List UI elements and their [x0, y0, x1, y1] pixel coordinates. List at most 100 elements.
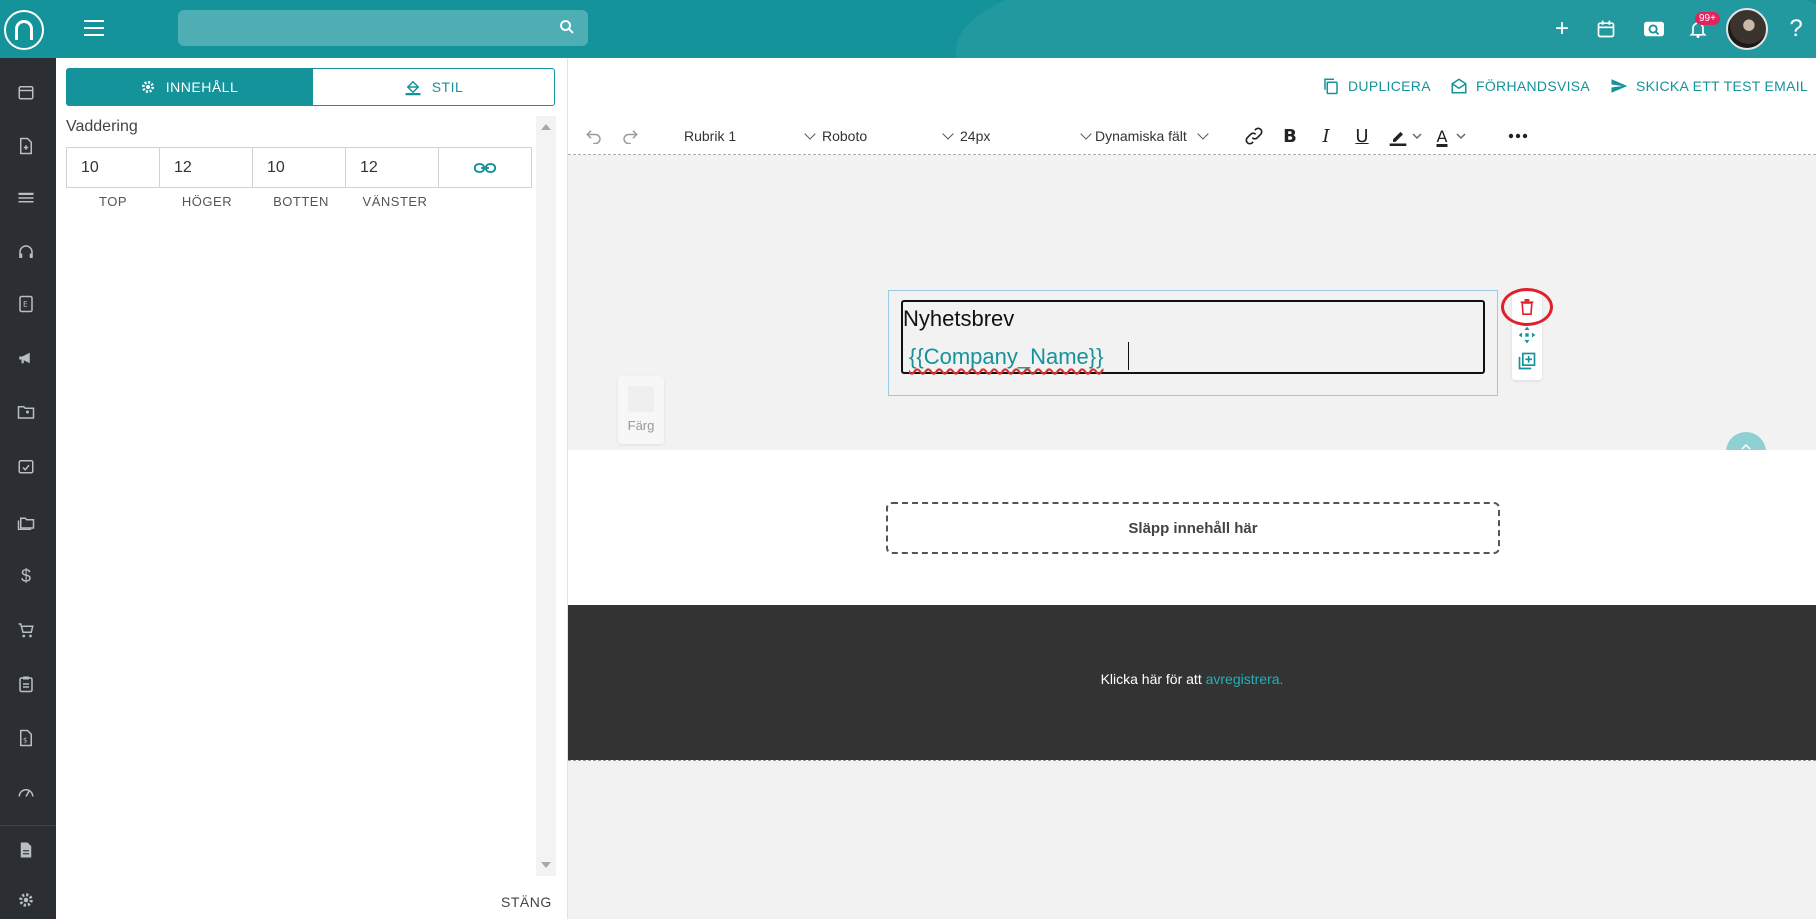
italic-icon[interactable]: I — [1314, 124, 1338, 148]
send-test-email-label: SKICKA ETT TEST EMAIL — [1636, 78, 1809, 94]
table-icon[interactable] — [14, 186, 38, 210]
padding-title: Vaddering — [66, 118, 138, 135]
nav-rail: E $ $ — [0, 58, 56, 919]
svg-text:E: E — [23, 300, 28, 309]
padding-labels: TOP HÖGER BOTTEN VÄNSTER — [66, 194, 442, 209]
link-icon[interactable] — [1242, 124, 1266, 148]
search-records-icon[interactable] — [1640, 15, 1668, 43]
preview-label: FÖRHANDSVISA — [1476, 78, 1591, 94]
text-color-icon[interactable]: A — [1430, 124, 1454, 148]
heading-text: Nyhetsbrev — [903, 306, 1015, 331]
tab-style[interactable]: STIL — [312, 68, 555, 106]
padding-left-input[interactable] — [345, 147, 439, 188]
tab-style-label: STIL — [431, 79, 464, 95]
move-icon[interactable] — [1516, 324, 1538, 346]
heading-editor[interactable]: Nyhetsbrev {{Company_Name}} — [901, 300, 1485, 374]
padding-right-label: HÖGER — [181, 194, 233, 209]
chevron-down-icon[interactable] — [1410, 124, 1424, 148]
cart-add-icon[interactable] — [14, 618, 38, 642]
clipboard-icon[interactable] — [14, 672, 38, 696]
redo-icon[interactable] — [618, 124, 642, 148]
megaphone-icon[interactable] — [14, 346, 38, 370]
link-icon — [474, 162, 496, 173]
send-icon — [1611, 79, 1628, 93]
padding-top-input[interactable] — [66, 147, 160, 188]
add-icon[interactable]: + — [1548, 15, 1576, 43]
underline-icon[interactable]: U — [1350, 124, 1374, 148]
avatar[interactable] — [1726, 8, 1768, 50]
calendar-icon[interactable] — [1592, 15, 1620, 43]
menu-icon[interactable] — [84, 20, 104, 36]
padding-right-input[interactable] — [159, 147, 253, 188]
send-test-email-button[interactable]: SKICKA ETT TEST EMAIL — [1610, 74, 1808, 98]
bold-icon[interactable]: B — [1278, 124, 1302, 148]
preview-button[interactable]: FÖRHANDSVISA — [1450, 74, 1590, 98]
close-button[interactable]: STÄNG — [501, 894, 552, 910]
duplicate-block-icon[interactable] — [1516, 350, 1538, 372]
padding-left-label: VÄNSTER — [362, 194, 428, 209]
padding-bottom-label: BOTTEN — [273, 194, 329, 209]
chevron-down-icon[interactable] — [1454, 124, 1468, 148]
calendar-nav-icon[interactable] — [14, 80, 38, 104]
search-input[interactable] — [178, 10, 588, 46]
padding-bottom-input[interactable] — [252, 147, 346, 188]
company-name-field: {{Company_Name}} — [909, 344, 1104, 369]
color-swatch — [628, 386, 654, 412]
editor-toolbar: Rubrik 1 Roboto 24px Dynamiska fält B I … — [568, 118, 1816, 154]
highlight-color-icon[interactable] — [1386, 124, 1410, 148]
paint-bucket-icon — [405, 80, 421, 96]
task-calendar-icon[interactable] — [14, 454, 38, 478]
unsubscribe-link[interactable]: avregistrera. — [1206, 671, 1284, 687]
text-cursor — [1128, 342, 1129, 370]
app-logo[interactable] — [4, 10, 44, 50]
copy-icon — [1324, 78, 1338, 95]
invoice-icon[interactable]: $ — [14, 726, 38, 750]
dollar-icon[interactable]: $ — [14, 564, 38, 588]
contact-folder-icon[interactable] — [14, 400, 38, 424]
padding-top-label: TOP — [99, 194, 127, 209]
svg-text:$: $ — [23, 737, 27, 745]
block-format-select[interactable]: Rubrik 1 — [684, 124, 816, 148]
font-family-select[interactable]: Roboto — [822, 124, 954, 148]
scroll-down-arrow[interactable] — [541, 862, 551, 868]
footer-label: Klicka här för att — [1100, 671, 1202, 687]
panel-scrollbar[interactable] — [536, 116, 556, 876]
settings-gear-icon[interactable] — [14, 888, 38, 912]
tab-content[interactable]: INNEHÅLL — [66, 68, 312, 106]
more-options-icon[interactable] — [1506, 124, 1530, 148]
folders-icon[interactable] — [14, 510, 38, 534]
dashboard-gauge-icon[interactable] — [14, 780, 38, 804]
color-picker[interactable]: Färg — [618, 376, 664, 444]
font-family-value: Roboto — [822, 128, 868, 144]
highlight-ring — [1501, 288, 1553, 326]
dynamic-fields-label: Dynamiska fält — [1095, 128, 1187, 144]
scroll-up-arrow[interactable] — [541, 124, 551, 130]
font-size-value: 24px — [960, 128, 991, 144]
duplicate-label: DUPLICERA — [1348, 78, 1431, 94]
dynamic-fields-select[interactable]: Dynamiska fält — [1095, 124, 1209, 148]
tab-content-label: INNEHÅLL — [165, 79, 239, 95]
heading-block[interactable]: Nyhetsbrev {{Company_Name}} — [888, 290, 1498, 396]
chevron-down-icon — [942, 128, 954, 140]
headset-icon[interactable] — [14, 240, 38, 264]
top-bar: + 99+ ? — [0, 0, 1816, 58]
link-padding-button[interactable] — [438, 147, 532, 188]
notification-badge: 99+ — [1695, 12, 1720, 25]
search-icon[interactable] — [558, 18, 578, 38]
undo-icon[interactable] — [582, 124, 606, 148]
canvas-background — [568, 761, 1816, 919]
color-label: Färg — [627, 418, 655, 433]
footer-text: Klicka här för att avregistrera. — [568, 671, 1816, 687]
drop-zone[interactable]: Släpp innehåll här — [886, 502, 1500, 554]
duplicate-button[interactable]: DUPLICERA — [1322, 74, 1431, 98]
reports-icon[interactable] — [14, 838, 38, 862]
help-icon[interactable]: ? — [1782, 15, 1810, 43]
email-template-icon[interactable]: E — [14, 292, 38, 316]
document-add-icon[interactable] — [14, 134, 38, 158]
font-size-select[interactable]: 24px — [960, 124, 1092, 148]
chevron-down-icon — [804, 128, 816, 140]
properties-panel: INNEHÅLL STIL Vaddering TOP HÖGER BOTTEN… — [56, 58, 568, 919]
email-footer-section[interactable]: Klicka här för att avregistrera. — [568, 605, 1816, 760]
chevron-down-icon — [1080, 128, 1092, 140]
gear-icon — [141, 81, 154, 93]
